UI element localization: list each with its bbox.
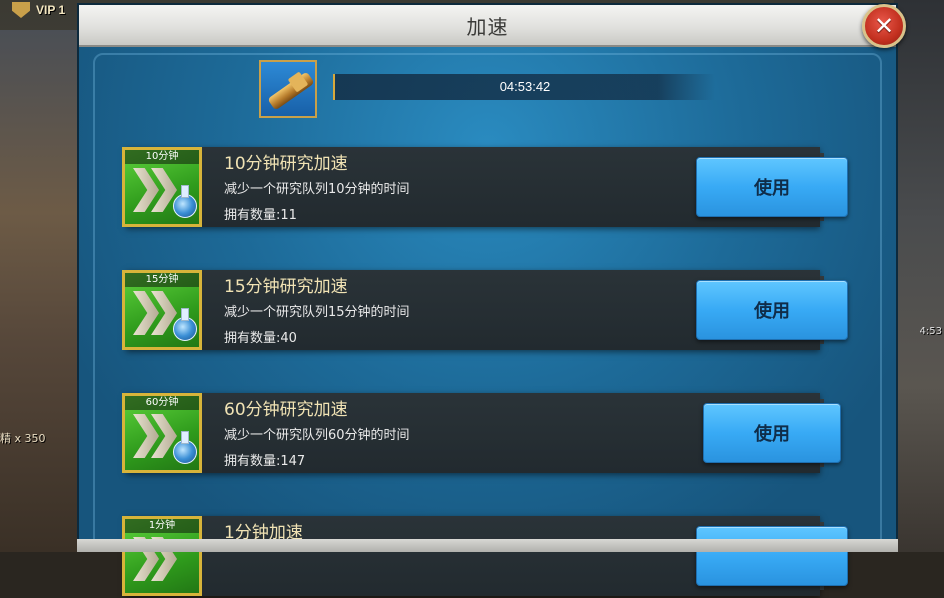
item-duration-tag: 15分钟 <box>125 273 199 287</box>
background-right-scene <box>894 0 944 552</box>
close-icon: ✕ <box>873 12 895 40</box>
speedup-item: 1分钟 1分钟加速 <box>106 514 848 598</box>
use-button[interactable]: 使用 <box>696 280 848 340</box>
item-name: 60分钟研究加速 <box>224 400 348 420</box>
close-button[interactable]: ✕ <box>862 4 906 48</box>
flask-icon <box>173 308 197 341</box>
dialog-title: 加速 <box>466 14 509 39</box>
item-name: 10分钟研究加速 <box>224 154 348 174</box>
item-description: 减少一个研究队列60分钟的时间 <box>224 428 410 443</box>
vip-badge[interactable]: VIP 1 <box>12 2 65 18</box>
chevron-icon <box>133 414 159 458</box>
speedup-item: 15分钟 15分钟研究加速 减少一个研究队列15分钟的时间 拥有数量:40 使用 <box>106 268 848 352</box>
item-name: 15分钟研究加速 <box>224 277 348 297</box>
vip-shield-icon <box>12 2 30 18</box>
chevron-icon <box>133 168 159 212</box>
speedup-item: 10分钟 10分钟研究加速 减少一个研究队列10分钟的时间 拥有数量:11 使用 <box>106 145 848 229</box>
speedup-item-icon: 15分钟 <box>122 270 202 350</box>
background-left-scene <box>0 30 78 552</box>
item-description: 减少一个研究队列15分钟的时间 <box>224 305 410 320</box>
item-duration-tag: 10分钟 <box>125 150 199 164</box>
item-duration-tag: 60分钟 <box>125 396 199 410</box>
speedup-item: 60分钟 60分钟研究加速 减少一个研究队列60分钟的时间 拥有数量:147 使… <box>106 391 841 475</box>
research-progress-bar: 04:53:42 <box>333 74 715 100</box>
dialog-bottom-edge <box>77 539 898 552</box>
item-count: 拥有数量:147 <box>224 454 306 469</box>
telescope-research-icon <box>259 60 317 118</box>
use-button[interactable]: 使用 <box>696 157 848 217</box>
background-timer-text: 4:53 <box>919 326 942 337</box>
use-button[interactable] <box>696 526 848 586</box>
background-resource-text: 精 x 350 <box>0 432 46 445</box>
item-description: 减少一个研究队列10分钟的时间 <box>224 182 410 197</box>
dialog-titlebar: 加速 <box>79 5 896 47</box>
use-button[interactable]: 使用 <box>703 403 841 463</box>
chevron-icon <box>133 291 159 335</box>
remaining-time: 04:53:42 <box>499 79 551 94</box>
speedup-item-icon: 60分钟 <box>122 393 202 473</box>
item-duration-tag: 1分钟 <box>125 519 199 533</box>
item-count: 拥有数量:11 <box>224 208 297 223</box>
flask-icon <box>173 185 197 218</box>
item-count: 拥有数量:40 <box>224 331 297 346</box>
speedup-item-icon: 1分钟 <box>122 516 202 596</box>
flask-icon <box>173 431 197 464</box>
vip-label: VIP 1 <box>36 3 66 17</box>
speedup-item-icon: 10分钟 <box>122 147 202 227</box>
